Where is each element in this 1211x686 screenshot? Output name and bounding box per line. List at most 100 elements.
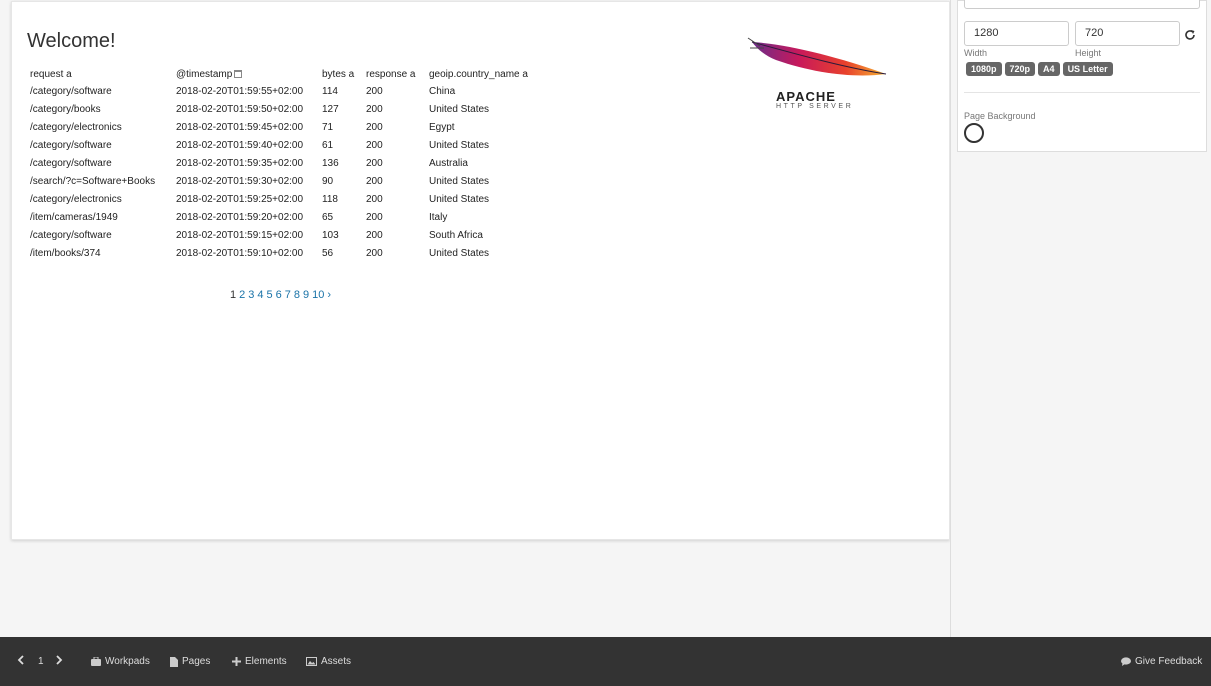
table-cell: 103 <box>322 229 339 241</box>
pages-button[interactable]: Pages <box>170 656 210 667</box>
table-cell: 2018-02-20T01:59:20+02:00 <box>176 211 304 223</box>
height-label: Height <box>1075 48 1102 58</box>
table-cell: 200 <box>366 175 383 187</box>
page-link[interactable]: 5 <box>267 289 273 301</box>
calendar-icon <box>234 69 243 78</box>
page-link[interactable]: 6 <box>276 289 282 301</box>
table-cell: 114 <box>322 85 338 97</box>
preset-button[interactable]: A4 <box>1038 62 1060 76</box>
table-row: /item/cameras/1949 2018-02-20T01:59:20+02… <box>27 208 536 226</box>
refresh-icon[interactable] <box>1184 29 1196 41</box>
table-cell: 65 <box>322 211 334 223</box>
preset-button[interactable]: 720p <box>1004 62 1036 76</box>
table-cell: /category/software <box>30 157 112 169</box>
height-input[interactable]: 720 <box>1075 21 1180 46</box>
table-cell: 2018-02-20T01:59:30+02:00 <box>176 175 304 187</box>
table-cell: 2018-02-20T01:59:15+02:00 <box>176 229 304 241</box>
table-cell: /item/books/374 <box>30 247 101 259</box>
page-link[interactable]: 2 <box>239 289 245 301</box>
workpad-page[interactable]: Welcome! request a @timestamp bytes a re… <box>11 1 950 540</box>
table-cell: /search/?c=Software+Books <box>30 175 156 187</box>
table-cell: Egypt <box>429 121 455 133</box>
table-cell: 56 <box>322 247 334 259</box>
width-input[interactable]: 1280 <box>964 21 1069 46</box>
assets-button[interactable]: Assets <box>306 656 351 667</box>
workspace: Welcome! request a @timestamp bytes a re… <box>0 0 950 637</box>
table-cell: 90 <box>322 175 334 187</box>
assets-label: Assets <box>321 656 352 667</box>
table-cell: 2018-02-20T01:59:40+02:00 <box>176 139 304 151</box>
sidebar: 1280 720 Width Height 1080p 720p A4 US Lett… <box>950 0 1211 637</box>
feather-icon <box>747 37 887 76</box>
page-name-input[interactable] <box>964 0 1200 9</box>
table-row: /category/software 2018-02-20T01:59:40+02… <box>27 136 536 154</box>
table-cell: 200 <box>366 85 383 97</box>
give-feedback-button[interactable]: Give Feedback <box>1121 656 1202 667</box>
table-cell: United States <box>429 139 490 151</box>
size-presets: 1080p 720p A4 US Letter <box>966 62 1113 76</box>
next-page-button[interactable]: › <box>327 289 331 301</box>
page-settings-panel: 1280 720 Width Height 1080p 720p A4 US Lett… <box>957 0 1207 152</box>
table-cell: South Africa <box>429 229 483 241</box>
logo-subtitle: HTTP SERVER <box>776 103 854 110</box>
chevron-left-icon <box>17 655 24 665</box>
background-color-swatch[interactable] <box>964 123 984 143</box>
preset-button[interactable]: US Letter <box>1062 62 1113 76</box>
table-row: /category/software 2018-02-20T01:59:55+02… <box>27 82 536 100</box>
column-header-response[interactable]: response a <box>363 66 426 82</box>
column-header-request[interactable]: request a <box>27 66 173 82</box>
elements-label: Elements <box>245 656 287 667</box>
table-cell: 200 <box>366 229 383 241</box>
data-table: request a @timestamp bytes a response a … <box>27 66 536 262</box>
column-header-bytes[interactable]: bytes a <box>319 66 363 82</box>
column-header-label: @timestamp <box>176 68 233 80</box>
page-link[interactable]: 3 <box>248 289 254 301</box>
apache-logo: APACHE HTTP SERVER <box>746 34 888 118</box>
footer-bar: 1 Workpads Pages Elements Assets Give Fe… <box>0 637 1211 686</box>
page-link[interactable]: 7 <box>285 289 291 301</box>
column-header-country[interactable]: geoip.country_name a <box>426 66 536 82</box>
page-number: 1 <box>38 656 44 667</box>
page-heading: Welcome! <box>27 30 116 52</box>
table-cell: 2018-02-20T01:59:25+02:00 <box>176 193 304 205</box>
table-cell: 2018-02-20T01:59:50+02:00 <box>176 103 304 115</box>
divider <box>964 92 1200 93</box>
current-page: 1 <box>230 289 237 301</box>
table-cell: 200 <box>366 121 383 133</box>
previous-page-button[interactable] <box>17 655 25 665</box>
table-row: /category/electronics 2018-02-20T01:59:25… <box>27 190 536 208</box>
workpads-button[interactable]: Workpads <box>91 656 150 667</box>
table-cell: 200 <box>366 139 383 151</box>
next-page-footer-button[interactable] <box>55 655 63 665</box>
background-label: Page Background <box>964 111 1036 121</box>
table-cell: /category/electronics <box>30 193 122 205</box>
table-cell: 61 <box>322 139 334 151</box>
table-cell: /category/books <box>30 103 101 115</box>
table-row: /category/software 2018-02-20T01:59:35+02… <box>27 154 536 172</box>
width-label: Width <box>964 48 988 58</box>
workpads-label: Workpads <box>105 656 150 667</box>
chevron-right-icon <box>56 655 63 665</box>
table-cell: 2018-02-20T01:59:10+02:00 <box>176 247 304 259</box>
elements-button[interactable]: Elements <box>232 656 287 667</box>
page-link[interactable]: 4 <box>257 289 263 301</box>
page-link[interactable]: 8 <box>294 289 300 301</box>
column-header-timestamp[interactable]: @timestamp <box>173 66 319 82</box>
page-link[interactable]: 10 <box>312 289 324 301</box>
table-cell: 127 <box>322 103 339 115</box>
table-row: /category/software 2018-02-20T01:59:15+02… <box>27 226 536 244</box>
table-cell: 118 <box>322 193 338 205</box>
give-feedback-label: Give Feedback <box>1135 656 1203 667</box>
table-row: /item/books/374 2018-02-20T01:59:10+02:00… <box>27 244 536 262</box>
table-cell: /category/electronics <box>30 121 122 133</box>
table-cell: Italy <box>429 211 448 223</box>
table-row: /search/?c=Software+Books 2018-02-20T01:5… <box>27 172 536 190</box>
table-cell: 71 <box>322 121 334 133</box>
page-link[interactable]: 9 <box>303 289 309 301</box>
table-cell: 200 <box>366 157 383 169</box>
table-cell: 2018-02-20T01:59:45+02:00 <box>176 121 304 133</box>
preset-button[interactable]: 1080p <box>966 62 1002 76</box>
table-cell: 2018-02-20T01:59:55+02:00 <box>176 85 304 97</box>
pages-label: Pages <box>182 656 211 667</box>
briefcase-icon <box>91 657 101 666</box>
